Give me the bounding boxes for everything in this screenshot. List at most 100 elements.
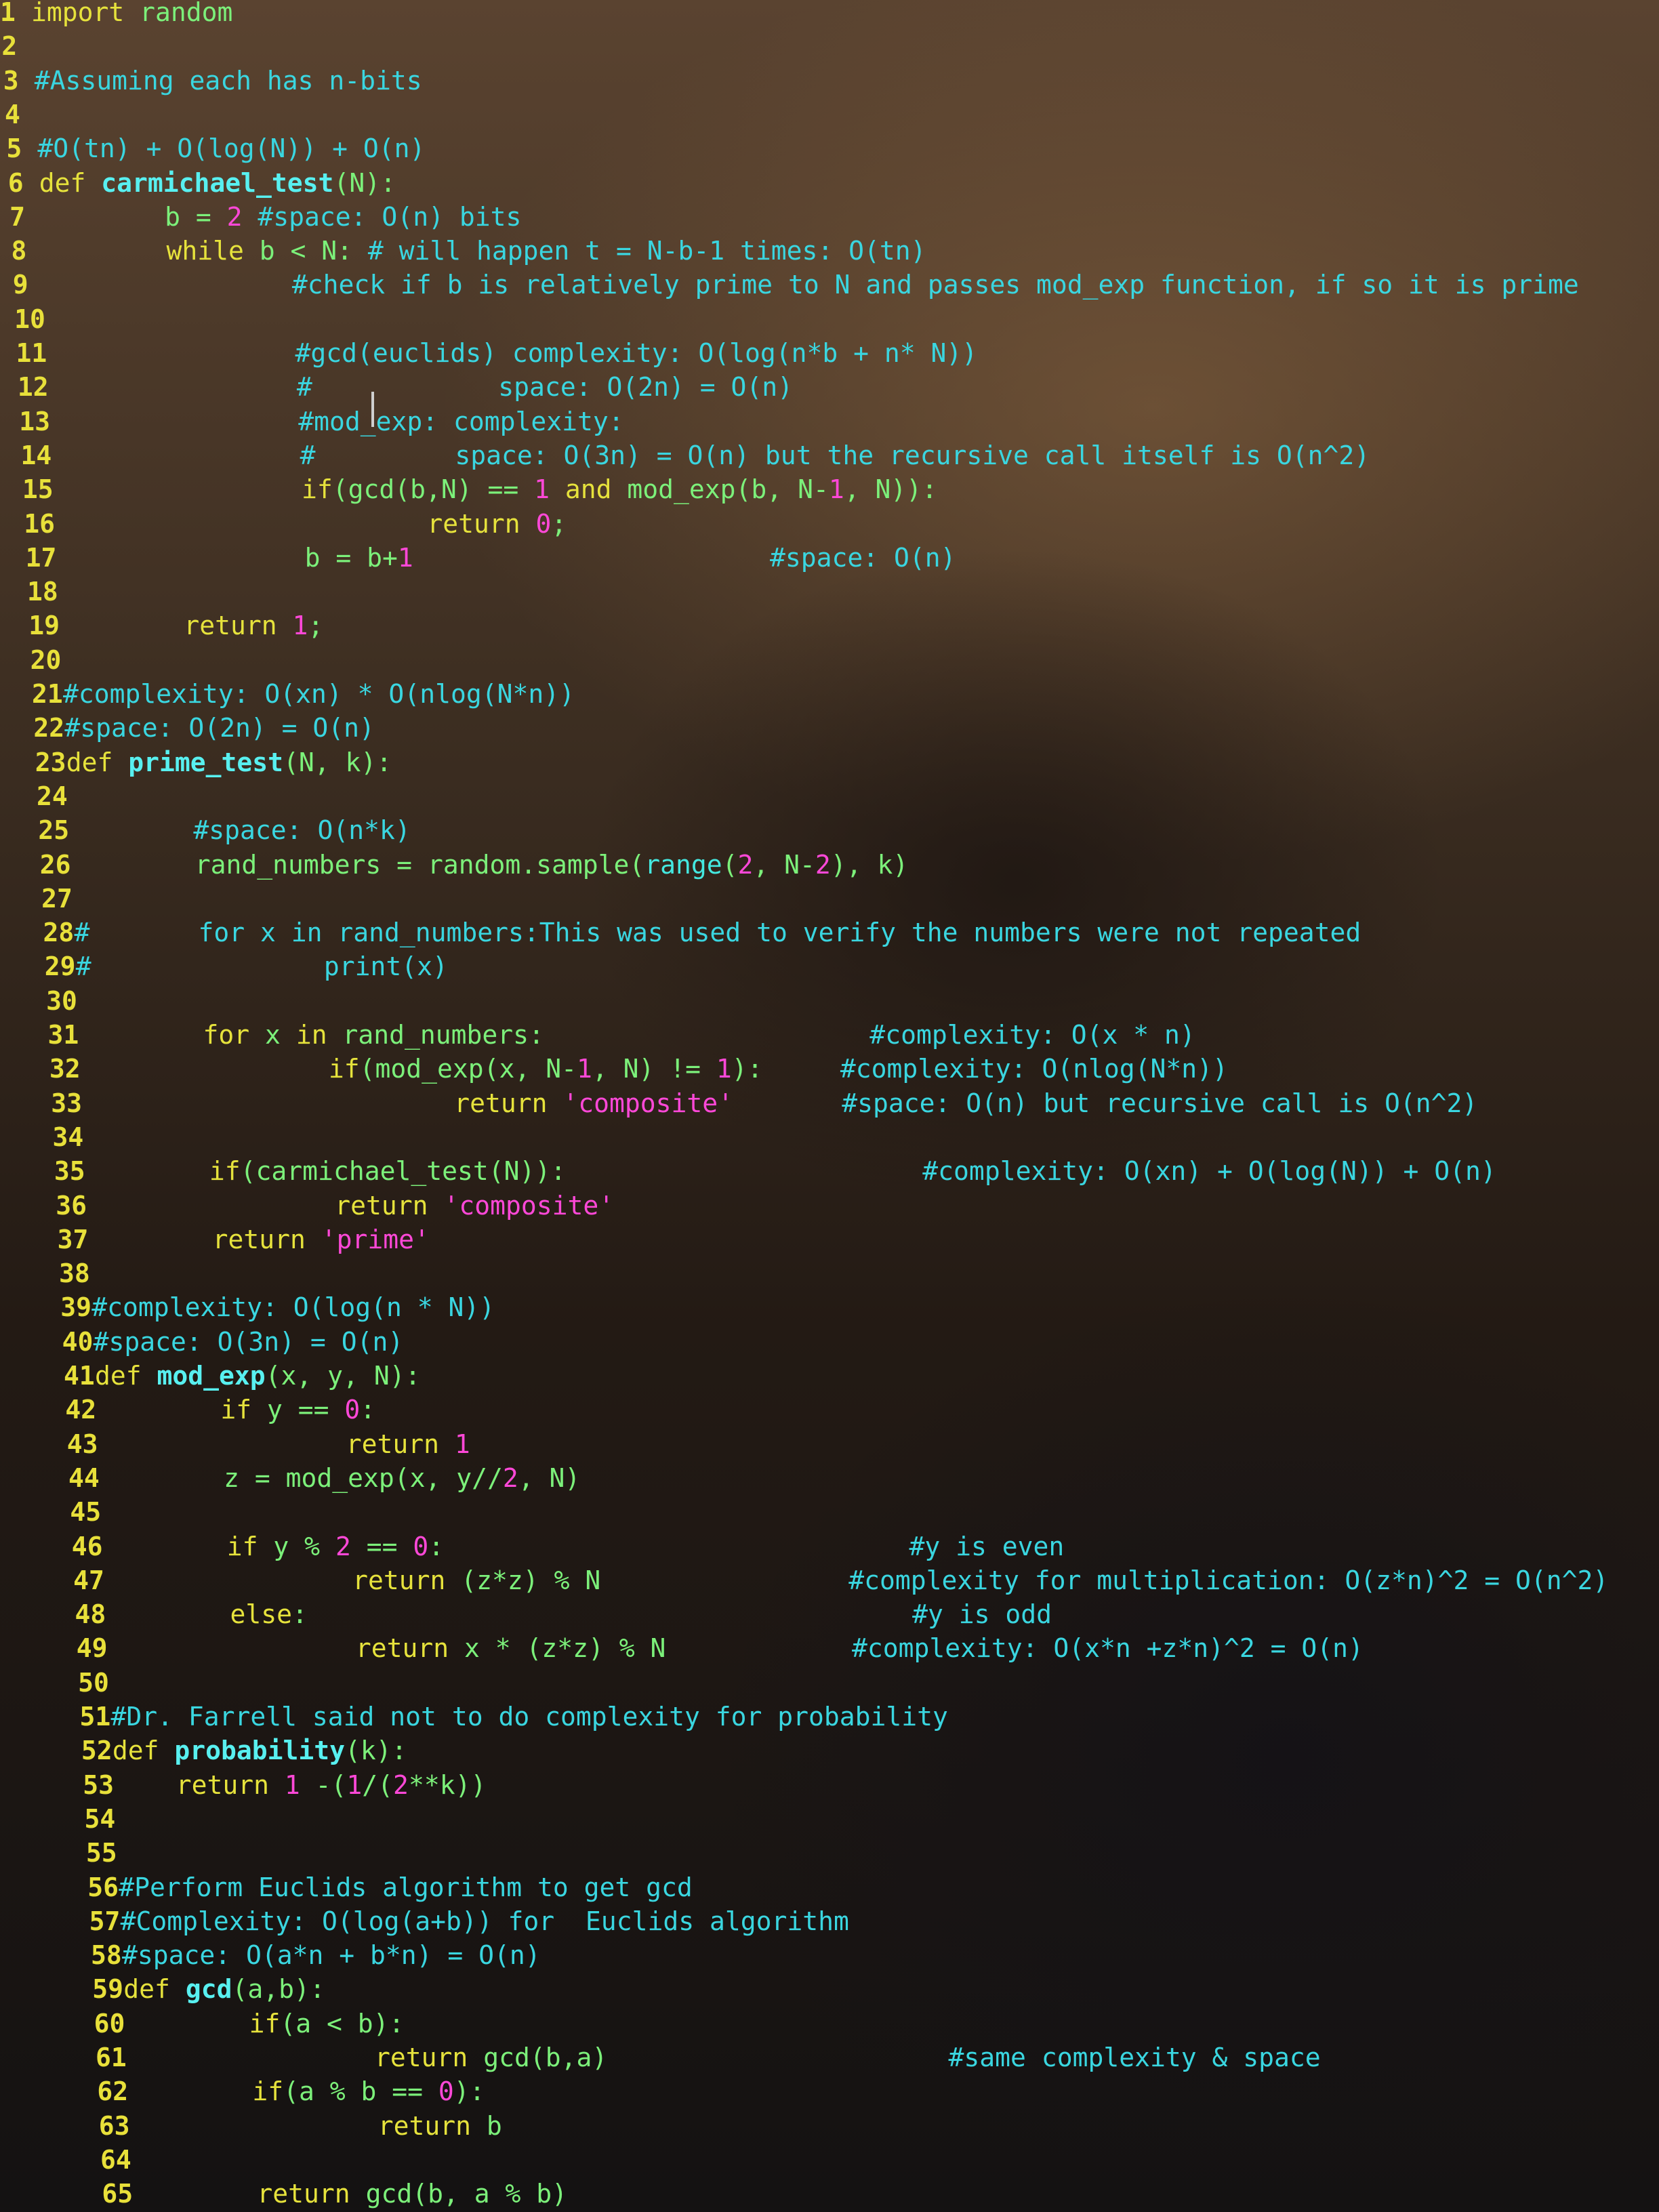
code-text: def mod_exp(x, y, N): xyxy=(95,1358,420,1393)
code-token: y == xyxy=(267,1395,345,1425)
code-token: : xyxy=(360,1395,376,1425)
text-cursor xyxy=(371,392,374,427)
line-number: 40 xyxy=(62,1326,94,1357)
line-number: 34 xyxy=(52,1122,84,1152)
line-number: 20 xyxy=(30,644,62,675)
code-token: return xyxy=(127,2043,484,2072)
code-token: ): xyxy=(731,1054,763,1084)
terminal-editor-screen[interactable]: 1 import random 2 3 #Assuming each has n-bit… xyxy=(0,0,1659,2212)
line-number: 7 xyxy=(9,201,25,232)
code-text: return 1; xyxy=(60,608,323,643)
line-number: 18 xyxy=(26,577,58,607)
line-number: 58 xyxy=(90,1940,122,1971)
code-text: #space: O(3n) = O(n) xyxy=(94,1324,404,1359)
line-number: 15 xyxy=(22,474,54,505)
line-number: 64 xyxy=(100,2144,131,2175)
code-text: #gcd(euclids) complexity: O(log(n*b + n*… xyxy=(47,335,978,371)
code-token: , N) != xyxy=(592,1054,716,1084)
line-number: 52 xyxy=(81,1736,112,1766)
code-token: carmichael_test xyxy=(101,167,334,198)
line-number: 4 xyxy=(5,99,20,129)
code-token: #space: O(n) xyxy=(413,542,956,573)
line-number: 24 xyxy=(37,781,68,811)
line-number: 37 xyxy=(57,1224,89,1254)
code-text: # print(x) xyxy=(76,949,448,984)
code-text: if y == 0: xyxy=(96,1392,375,1427)
code-token: return xyxy=(133,2179,366,2209)
code-token: (a < b): xyxy=(280,2008,405,2039)
code-token: rand_numbers = random.sample( xyxy=(70,849,645,880)
code-token: 2 xyxy=(502,1462,518,1493)
code-token: z = mod_exp(x, y// xyxy=(100,1462,503,1493)
code-token: return xyxy=(114,1769,285,1800)
line-number: 33 xyxy=(51,1088,82,1118)
code-token: 1 xyxy=(346,1769,363,1800)
code-token: : xyxy=(291,1599,308,1630)
code-token: def xyxy=(39,167,102,198)
code-token: #complexity: O(x*n +z*n)^2 = O(n) xyxy=(665,1633,1364,1664)
code-text: return b xyxy=(130,2108,502,2144)
line-number: 2 xyxy=(1,31,18,62)
code-token: if xyxy=(96,1395,268,1425)
code-token: if xyxy=(102,1531,274,1561)
code-token: #space: O(3n) = O(n) xyxy=(93,1326,404,1357)
code-token: (N, k): xyxy=(283,747,392,777)
code-token: gcd(b,a) xyxy=(483,2043,608,2072)
line-number: 5 xyxy=(6,134,22,164)
code-text: else: #y is odd xyxy=(106,1597,1052,1632)
code-token: else xyxy=(106,1599,292,1630)
code-text: return 0; xyxy=(55,506,567,541)
code-text: return 1 xyxy=(98,1427,470,1462)
line-number: 14 xyxy=(20,440,52,470)
code-text: b = 2 #space: O(n) bits xyxy=(41,199,521,234)
code-token: (gcd(b,N) == xyxy=(332,474,535,505)
code-text: if(gcd(b,N) == 1 and mod_exp(b, N-1, N))… xyxy=(54,472,937,507)
code-text: if(a < b): xyxy=(125,2006,405,2041)
code-token: # space: O(2n) = O(n) xyxy=(48,372,793,403)
code-text: #space: O(n*k) xyxy=(69,813,410,848)
line-number: 30 xyxy=(46,985,77,1016)
code-token: return xyxy=(104,1565,462,1595)
code-token: (a,b): xyxy=(232,1974,325,2005)
code-token: ; xyxy=(308,611,324,641)
code-token: 2 xyxy=(335,1531,351,1561)
code-token: def xyxy=(123,1974,186,2005)
code-token: # for x in rand_numbers:This was used to… xyxy=(74,918,1361,948)
line-number: 8 xyxy=(11,236,27,266)
code-text: z = mod_exp(x, y//2, N) xyxy=(100,1460,580,1496)
code-text: rand_numbers = random.sample(range(2, N-… xyxy=(71,847,908,882)
line-number: 17 xyxy=(25,542,57,573)
code-token: import xyxy=(31,0,125,27)
code-token: #gcd(euclids) complexity: O(log(n*b + n*… xyxy=(47,338,978,368)
code-token: if xyxy=(80,1054,360,1084)
code-token: mod_exp(b, N- xyxy=(627,474,829,505)
code-token: if xyxy=(85,1156,241,1187)
line-number: 11 xyxy=(16,338,47,368)
line-number: 26 xyxy=(39,849,71,880)
code-text: def gcd(a,b): xyxy=(123,1971,325,2007)
code-text: #space: O(2n) = O(n) xyxy=(64,710,375,745)
code-token: #complexity for multiplication: O(z*n)^2… xyxy=(600,1565,1609,1595)
code-text: #space: O(a*n + b*n) = O(n) xyxy=(122,1938,541,1973)
code-token: rand_numbers: xyxy=(342,1020,544,1050)
code-text: for x in rand_numbers: #complexity: O(x … xyxy=(79,1017,1195,1052)
line-number: 36 xyxy=(56,1190,87,1221)
code-text: if y % 2 == 0: #y is even xyxy=(102,1529,1064,1564)
code-token: #space: O(2n) = O(n) xyxy=(64,713,375,743)
code-token: #Perform Euclids algorithm to get gcd xyxy=(119,1872,693,1902)
code-token: b < N: xyxy=(259,236,368,266)
line-number: 28 xyxy=(43,918,75,948)
line-number: 47 xyxy=(73,1565,104,1595)
code-text: if(carmichael_test(N)): #complexity: O(x… xyxy=(85,1153,1496,1189)
code-token: #complexity: O(xn) * O(nlog(N*n)) xyxy=(63,679,575,709)
line-number: 41 xyxy=(64,1361,95,1391)
code-token: (k): xyxy=(345,1736,407,1766)
code-token: gcd xyxy=(185,1974,232,2005)
code-token: return xyxy=(129,2110,487,2141)
code-token: 'composite' xyxy=(562,1088,734,1118)
code-text: if(mod_exp(x, N-1, N) != 1): #complexity… xyxy=(81,1051,1228,1086)
code-token: def xyxy=(95,1361,157,1391)
code-token: return xyxy=(60,611,293,641)
code-text: return x * (z*z) % N #complexity: O(x*n … xyxy=(108,1631,1364,1666)
line-number: 25 xyxy=(38,815,70,846)
